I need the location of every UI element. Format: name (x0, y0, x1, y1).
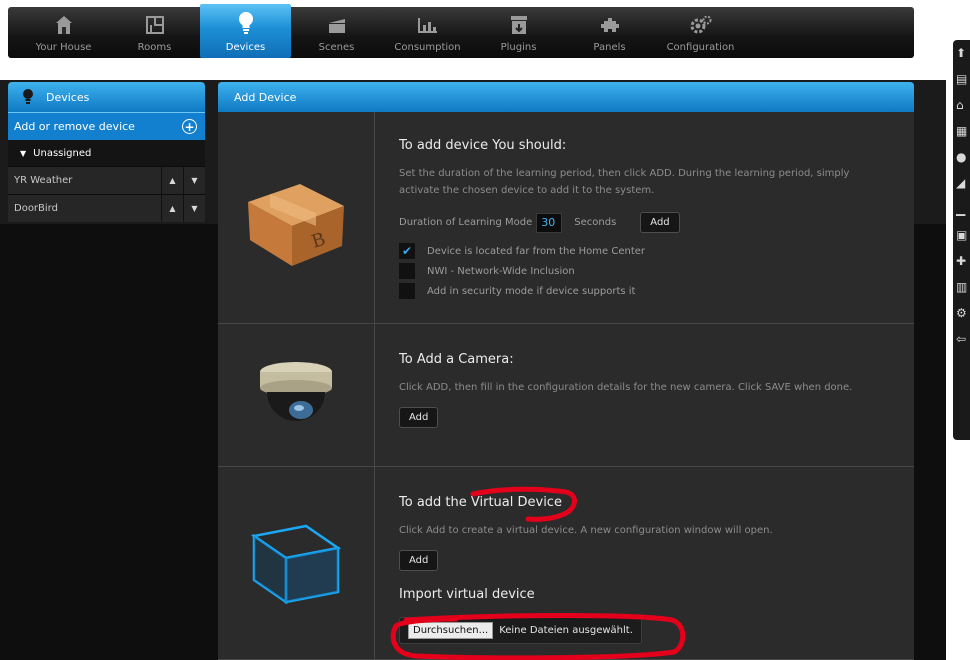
checkbox-unchecked[interactable] (399, 263, 415, 279)
chart-icon (417, 15, 439, 35)
panel-title: Add Device (234, 90, 297, 104)
group-unassigned[interactable]: ▼ Unassigned (8, 140, 205, 166)
nav-devices[interactable]: Devices (200, 4, 291, 58)
nav-consumption[interactable]: Consumption (382, 7, 473, 58)
file-input[interactable]: Durchsuchen... Keine Dateien ausgewählt. (399, 617, 642, 644)
main-navigation: Your House Rooms Devices Scenes Consumpt… (8, 4, 914, 58)
device-name: DoorBird (14, 203, 58, 214)
nav-panels[interactable]: Panels (564, 7, 655, 58)
add-device-description: Set the duration of the learning period,… (399, 168, 850, 196)
nav-label: Configuration (666, 42, 735, 53)
add-camera-button[interactable]: Add (399, 407, 439, 428)
right-quick-toolbar: ⬆ ▤ ⌂ ▦ ● ◢ ▁ ▣ ✚ ▥ ⚙ ⇦ (953, 40, 970, 440)
nav-configuration[interactable]: Configuration (655, 7, 746, 58)
sidebar-title: Devices (46, 90, 90, 104)
checkbox-unchecked[interactable] (399, 283, 415, 299)
rooms-icon[interactable]: ▦ (953, 118, 970, 144)
virtual-device-description: Click Add to create a virtual device. A … (399, 525, 773, 536)
image-column (218, 467, 375, 659)
add-camera-section: To Add a Camera: Click ADD, then fill in… (218, 324, 914, 467)
add-remove-device-button[interactable]: Add or remove device + (8, 112, 205, 140)
duration-unit: Seconds (574, 217, 617, 228)
option-label: NWI - Network-Wide Inclusion (427, 265, 575, 277)
virtual-cube-icon (250, 524, 342, 605)
move-down-icon[interactable]: ▼ (183, 167, 205, 194)
bulb-icon (22, 89, 34, 105)
nav-label: Scenes (318, 42, 355, 53)
option-label: Add in security mode if device supports … (427, 285, 636, 297)
panels-icon (599, 15, 621, 35)
clapper-icon[interactable]: ◢ (953, 170, 970, 196)
move-up-icon[interactable]: ▲ (161, 167, 183, 194)
duration-label: Duration of Learning Mode (399, 217, 533, 228)
duration-input[interactable]: 30 (536, 212, 563, 233)
add-camera-title: To Add a Camera: (399, 352, 514, 367)
plugin-box-icon (508, 15, 530, 35)
dome-camera-icon (260, 362, 332, 421)
calendar-icon[interactable]: ▤ (953, 66, 970, 92)
house-icon (53, 15, 75, 35)
virtual-device-section: To add the Virtual Device Click Add to c… (218, 467, 914, 660)
option-nwi[interactable]: NWI - Network-Wide Inclusion (399, 261, 914, 281)
duration-row: Duration of Learning Mode 30 Seconds Add (399, 212, 914, 233)
add-device-button[interactable]: Add (640, 212, 680, 233)
sidebar-header: Devices (8, 82, 205, 112)
arrow-up-icon[interactable]: ⬆ (953, 40, 970, 66)
add-device-panel: Add Device B To add device You should: S… (218, 82, 914, 660)
import-virtual-device-title: Import virtual device (399, 587, 535, 602)
add-virtual-device-button[interactable]: Add (399, 550, 439, 571)
group-label: Unassigned (33, 147, 92, 159)
nav-label: Rooms (137, 42, 172, 53)
panels-icon[interactable]: ✚ (953, 248, 970, 274)
option-label: Device is located far from the Home Cent… (427, 245, 646, 257)
nav-rooms[interactable]: Rooms (109, 7, 200, 58)
package-box-icon: B (248, 183, 344, 266)
gears-icon (690, 15, 712, 35)
option-security-mode[interactable]: Add in security mode if device supports … (399, 281, 914, 301)
nav-scenes[interactable]: Scenes (291, 7, 382, 58)
chart-icon[interactable]: ▁ (953, 196, 970, 222)
rooms-icon (144, 15, 166, 35)
panel-header: Add Device (218, 82, 914, 112)
browse-button[interactable]: Durchsuchen... (408, 622, 494, 639)
devices-sidebar: Devices Add or remove device + ▼ Unassig… (8, 82, 205, 222)
device-name: YR Weather (14, 175, 73, 186)
nav-your-house[interactable]: Your House (18, 7, 109, 58)
sidebar-item-doorbird[interactable]: DoorBird ▲ ▼ (8, 194, 205, 222)
logout-icon[interactable]: ⇦ (953, 326, 970, 352)
nav-label: Panels (593, 42, 626, 53)
move-down-icon[interactable]: ▼ (183, 195, 205, 222)
plugin-box-icon[interactable]: ▣ (953, 222, 970, 248)
clapper-icon (326, 15, 348, 35)
nav-label: Consumption (394, 42, 461, 53)
nav-label: Devices (225, 42, 266, 53)
add-camera-description: Click ADD, then fill in the configuratio… (399, 382, 853, 393)
add-device-section: B To add device You should: Set the dura… (218, 112, 914, 324)
checkbox-checked[interactable]: ✔ (399, 243, 415, 259)
nav-label: Plugins (500, 42, 537, 53)
bulb-icon[interactable]: ● (953, 144, 970, 170)
option-far-from-hc[interactable]: ✔ Device is located far from the Home Ce… (399, 241, 914, 261)
house-icon[interactable]: ⌂ (953, 92, 970, 118)
gears-icon[interactable]: ⚙ (953, 300, 970, 326)
nav-plugins[interactable]: Plugins (473, 7, 564, 58)
no-file-label: Keine Dateien ausgewählt. (499, 625, 633, 636)
image-column: B (218, 112, 375, 323)
notepad-icon[interactable]: ▥ (953, 274, 970, 300)
add-device-title: To add device You should: (399, 138, 567, 153)
chevron-down-icon: ▼ (20, 148, 27, 158)
nav-label: Your House (35, 42, 92, 53)
add-remove-device-label: Add or remove device (14, 120, 135, 133)
bulb-icon (235, 12, 257, 34)
plus-circle-icon: + (182, 119, 197, 134)
sidebar-item-yr-weather[interactable]: YR Weather ▲ ▼ (8, 166, 205, 194)
image-column (218, 324, 375, 466)
move-up-icon[interactable]: ▲ (161, 195, 183, 222)
virtual-device-title: To add the Virtual Device (399, 495, 562, 510)
